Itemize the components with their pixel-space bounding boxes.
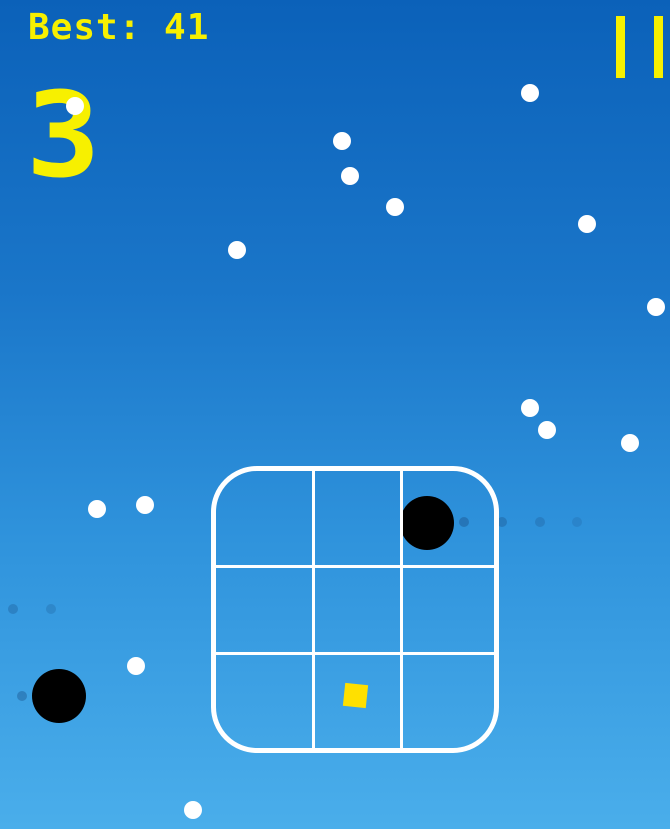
white-dot [184, 801, 202, 819]
grid-line [400, 471, 403, 748]
black-ball-enemy [32, 669, 86, 723]
white-dot [136, 496, 154, 514]
player-square[interactable] [342, 682, 369, 709]
white-dot [341, 167, 359, 185]
grid-board[interactable] [211, 466, 499, 753]
trail-dot [17, 691, 27, 701]
white-dot [538, 421, 556, 439]
trail-dot [8, 604, 18, 614]
white-dot [647, 298, 665, 316]
trail-dot [46, 604, 56, 614]
white-dot [621, 434, 639, 452]
white-dot [386, 198, 404, 216]
grid-line [216, 652, 494, 655]
white-dot [578, 215, 596, 233]
grid-line [216, 565, 494, 568]
white-dot [88, 500, 106, 518]
grid-line [312, 471, 315, 748]
white-dot [521, 399, 539, 417]
white-dot [521, 84, 539, 102]
trail-dot [572, 517, 582, 527]
white-dot [127, 657, 145, 675]
trail-dot [535, 517, 545, 527]
white-dot [66, 97, 84, 115]
white-dot [333, 132, 351, 150]
white-dot [228, 241, 246, 259]
